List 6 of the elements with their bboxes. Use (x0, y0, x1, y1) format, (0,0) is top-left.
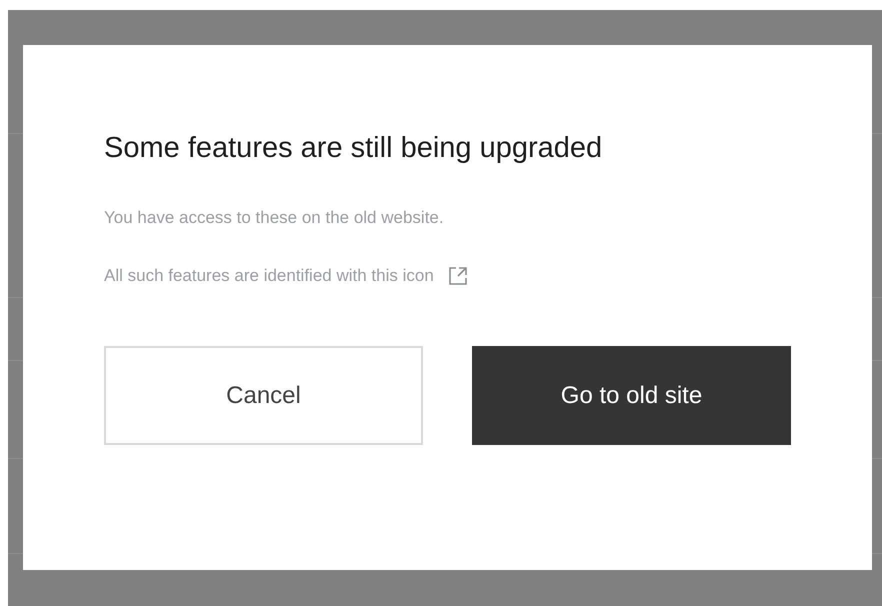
dialog-title: Some features are still being upgraded (104, 131, 602, 166)
external-link-icon (448, 266, 468, 286)
cancel-button[interactable]: Cancel (104, 346, 423, 445)
message-text: All such features are identified with this icon (104, 265, 434, 287)
message-text: You have access to these on the old website. (104, 207, 444, 229)
go-to-old-site-button[interactable]: Go to old site (472, 346, 791, 445)
